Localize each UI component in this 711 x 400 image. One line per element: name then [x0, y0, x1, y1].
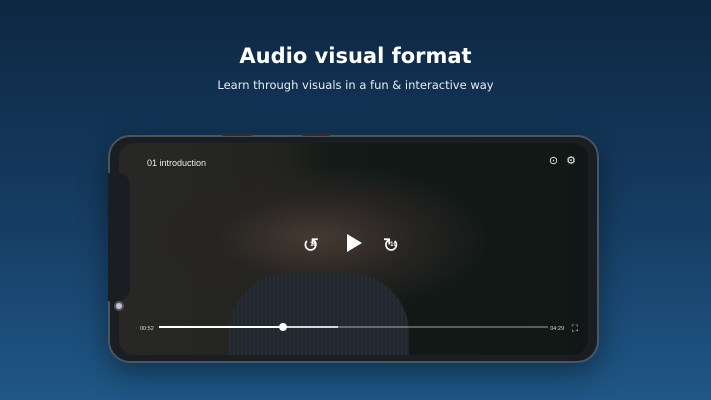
- video-title: 01 introduction: [147, 158, 207, 168]
- page-subtitle: Learn through visuals in a fun & interac…: [217, 78, 494, 92]
- play-button[interactable]: [345, 233, 363, 258]
- phone-button: [222, 133, 252, 136]
- phone-button: [302, 133, 330, 136]
- play-icon: [346, 234, 362, 252]
- current-time: 00:52: [140, 326, 154, 332]
- seek-bar[interactable]: [159, 323, 548, 331]
- video-player[interactable]: 01 introduction ⊙ ⚙ ↺ 10 ↻ 10 00:52 04:2…: [119, 143, 588, 355]
- rewind-button[interactable]: ↺ 10: [303, 235, 325, 257]
- page-title: Audio visual format: [239, 44, 472, 68]
- phone-mockup: 01 introduction ⊙ ⚙ ↺ 10 ↻ 10 00:52 04:2…: [108, 133, 599, 363]
- total-time: 04:29: [550, 326, 564, 332]
- phone-notch: [108, 173, 130, 311]
- playback-speed-icon[interactable]: ⊙: [549, 155, 558, 167]
- camera-icon: [114, 301, 124, 311]
- forward-button[interactable]: ↻ 10: [383, 235, 405, 257]
- progress-fill: [159, 326, 284, 328]
- gear-icon[interactable]: ⚙: [566, 155, 576, 167]
- fullscreen-exit-icon[interactable]: ⛶: [572, 322, 578, 334]
